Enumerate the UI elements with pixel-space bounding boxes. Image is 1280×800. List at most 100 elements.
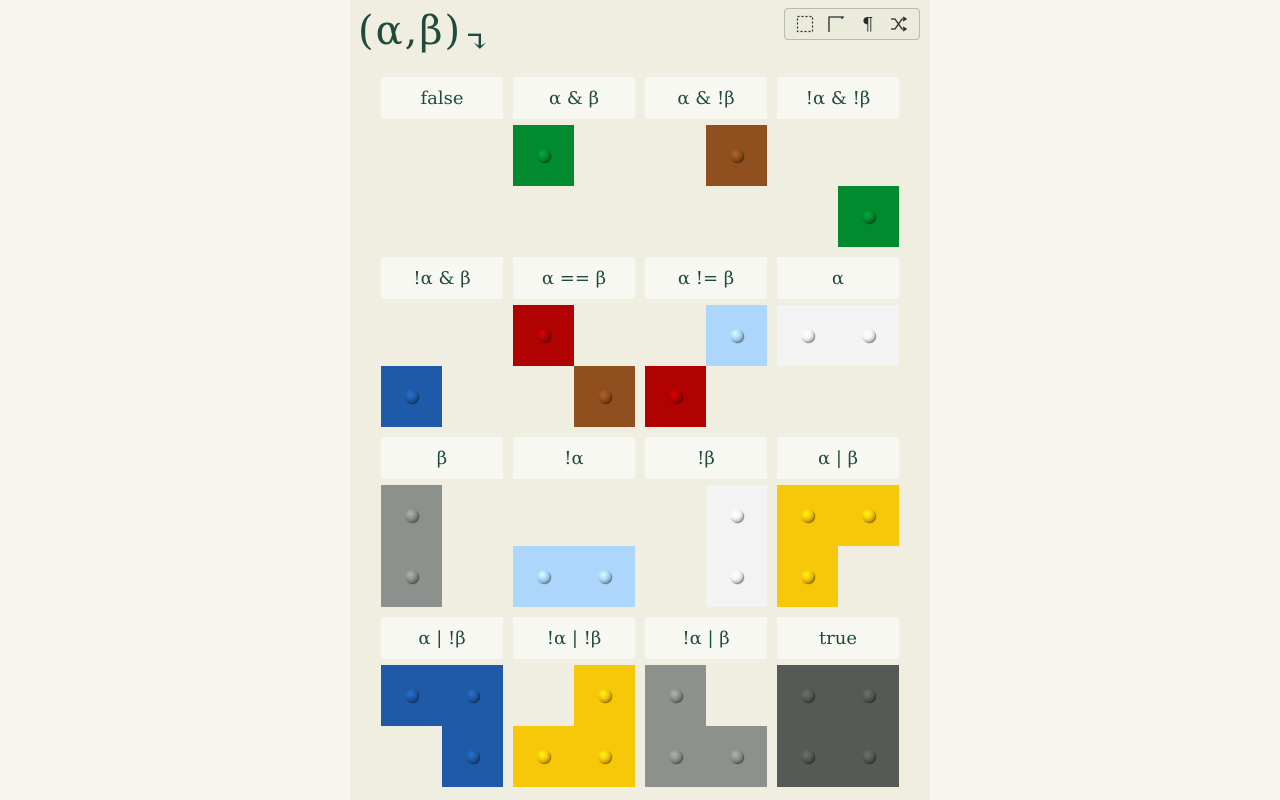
selection-icon (796, 15, 814, 33)
cell-label[interactable]: !α | β (645, 617, 767, 659)
brick-stud (862, 210, 875, 223)
cell-label[interactable]: α & β (513, 77, 635, 119)
brick-stud (730, 509, 743, 522)
brick-square (777, 485, 838, 546)
brick-square (442, 665, 503, 726)
brick-square (777, 726, 838, 787)
brick-square (381, 485, 442, 546)
brick-stud (801, 689, 814, 702)
brick-square (381, 665, 442, 726)
brick-square (838, 186, 899, 247)
brick-square (706, 485, 767, 546)
brick-stud (862, 509, 875, 522)
brick-grid (381, 665, 503, 787)
brick-stud (801, 750, 814, 763)
brick-stud (405, 390, 418, 403)
brick-square (574, 366, 635, 427)
brick-stud (405, 689, 418, 702)
brick-grid (645, 665, 767, 787)
brick-stud (730, 570, 743, 583)
brick-stud (466, 750, 479, 763)
brick-grid (777, 485, 899, 607)
brick-stud (598, 689, 611, 702)
brick-square (442, 726, 503, 787)
brick-square (706, 305, 767, 366)
brick-square (645, 726, 706, 787)
cell-label[interactable]: α (777, 257, 899, 299)
brick-square (838, 665, 899, 726)
cell-label[interactable]: !α (513, 437, 635, 479)
brick-grid (513, 485, 635, 607)
brick-square (574, 665, 635, 726)
brick-grid (645, 125, 767, 247)
brick-stud (669, 689, 682, 702)
brick-stud (669, 750, 682, 763)
brick-stud (862, 750, 875, 763)
cell-label[interactable]: !α & !β (777, 77, 899, 119)
brick-square (838, 726, 899, 787)
toolbar: ¶ (784, 8, 920, 40)
brick-stud (598, 750, 611, 763)
brick-stud (537, 149, 550, 162)
brick-square (645, 366, 706, 427)
brick-stud (801, 570, 814, 583)
brick-stud (466, 689, 479, 702)
brick-stud (862, 329, 875, 342)
brick-stud (537, 329, 550, 342)
cell-label[interactable]: false (381, 77, 503, 119)
brick-square (513, 305, 574, 366)
corner-icon (827, 15, 845, 33)
shuffle-icon (890, 15, 908, 33)
brick-square (838, 485, 899, 546)
pilcrow-icon: ¶ (862, 13, 874, 35)
brick-stud (537, 750, 550, 763)
cell-label[interactable]: !α & β (381, 257, 503, 299)
brick-square (777, 665, 838, 726)
brick-square (381, 546, 442, 607)
cell-label[interactable]: !β (645, 437, 767, 479)
pilcrow-tool-button[interactable]: ¶ (855, 11, 881, 37)
turn-arrow-icon: ↴ (464, 25, 492, 60)
brick-stud (598, 570, 611, 583)
cell-label[interactable]: α & !β (645, 77, 767, 119)
brick-square (381, 366, 442, 427)
brick-stud (801, 509, 814, 522)
cell-label[interactable]: α | β (777, 437, 899, 479)
brick-square (777, 546, 838, 607)
brick-stud (862, 689, 875, 702)
cell-label[interactable]: α == β (513, 257, 635, 299)
cell-label[interactable]: !α | !β (513, 617, 635, 659)
brick-square (574, 546, 635, 607)
brick-stud (598, 390, 611, 403)
cell-label[interactable]: α | !β (381, 617, 503, 659)
brick-grid (777, 665, 899, 787)
brick-stud (801, 329, 814, 342)
main-panel: (α,β)↴ ¶ false α & β α & !β !α & !β !α &… (350, 0, 930, 800)
brick-stud (405, 570, 418, 583)
brick-grid (513, 125, 635, 247)
brick-stud (730, 750, 743, 763)
brick-stud (730, 329, 743, 342)
brick-square (513, 726, 574, 787)
brick-grid (645, 485, 767, 607)
page-title: (α,β)↴ (358, 8, 491, 60)
title-text: (α,β) (358, 8, 463, 54)
brick-square (574, 726, 635, 787)
selection-tool-button[interactable] (792, 11, 818, 37)
brick-grid (645, 305, 767, 427)
brick-stud (669, 390, 682, 403)
brick-grid (777, 305, 899, 427)
brick-square (706, 546, 767, 607)
brick-square (645, 665, 706, 726)
brick-square (513, 546, 574, 607)
brick-stud (537, 570, 550, 583)
brick-square (513, 125, 574, 186)
shuffle-tool-button[interactable] (886, 11, 912, 37)
brick-grid (513, 305, 635, 427)
cell-label[interactable]: true (777, 617, 899, 659)
corner-tool-button[interactable] (823, 11, 849, 37)
cell-label[interactable]: α != β (645, 257, 767, 299)
brick-square (777, 305, 838, 366)
cell-label[interactable]: β (381, 437, 503, 479)
brick-grid (777, 125, 899, 247)
